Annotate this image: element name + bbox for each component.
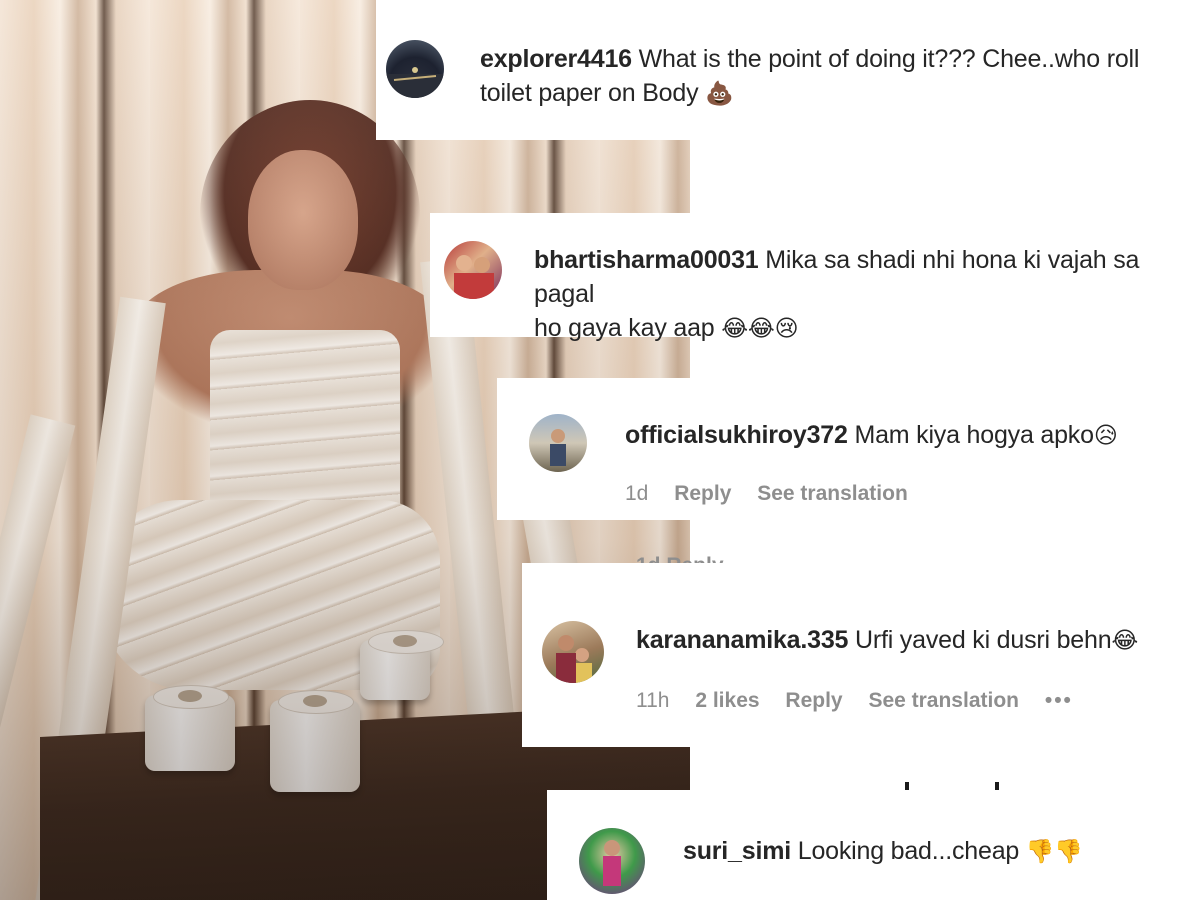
username[interactable]: bhartisharma00031	[534, 246, 759, 274]
comment-body: What is the point of doing it??? Chee..w…	[638, 45, 1140, 73]
username[interactable]: officialsukhiroy372	[625, 421, 848, 449]
comment-body-cont: toilet paper on Body	[480, 79, 699, 107]
comment-card: explorer4416 What is the point of doing …	[376, 0, 1200, 140]
avatar[interactable]	[386, 40, 444, 98]
comment-body: Looking bad...cheap	[797, 837, 1020, 865]
sad-face-icon: 😥	[1093, 423, 1118, 449]
avatar[interactable]	[444, 241, 502, 299]
more-options-icon[interactable]: •••	[1045, 689, 1073, 712]
comment-card: suri_simi Looking bad...cheap 👎👎	[547, 790, 1200, 900]
username[interactable]: karananamika.335	[636, 626, 848, 654]
comment-body: Mam kiya hogya apko	[854, 421, 1094, 449]
crying-laughing-icon: 😂	[1111, 628, 1139, 654]
person-photo-icon	[550, 429, 566, 466]
night-pier-icon	[386, 67, 444, 98]
comment-text: officialsukhiroy372 Mam kiya hogya apko😥	[625, 418, 1195, 453]
thumbs-down-icon: 👎👎	[1025, 839, 1083, 865]
comment-body-cont: ho gaya kay aap	[534, 314, 715, 342]
comment-text: explorer4416 What is the point of doing …	[480, 42, 1200, 111]
reply-button[interactable]: Reply	[674, 482, 731, 505]
see-translation-button[interactable]: See translation	[868, 689, 1019, 712]
avatar[interactable]	[579, 828, 645, 894]
comment-card: karananamika.335 Urfi yaved ki dusri beh…	[522, 563, 1200, 747]
comment-card: bhartisharma00031 Mika sa shadi nhi hona…	[430, 213, 1200, 342]
comment-body: Urfi yaved ki dusri behn	[854, 626, 1112, 654]
comment-meta: 11h 2 likes Reply See translation •••	[636, 689, 1093, 713]
timestamp: 1d	[625, 482, 649, 505]
comment-text: bhartisharma00031 Mika sa shadi nhi hona…	[534, 243, 1194, 346]
woman-child-photo-icon	[556, 635, 592, 683]
couple-photo-icon	[454, 255, 494, 299]
username[interactable]: suri_simi	[683, 837, 791, 865]
avatar[interactable]	[529, 414, 587, 472]
comment-text: karananamika.335 Urfi yaved ki dusri beh…	[636, 623, 1196, 658]
see-translation-button[interactable]: See translation	[757, 482, 908, 505]
timestamp: 11h	[636, 689, 670, 712]
comment-meta: 1d Reply See translation	[625, 482, 928, 506]
reply-button[interactable]: Reply	[785, 689, 842, 712]
comment-text: suri_simi Looking bad...cheap 👎👎	[683, 834, 1193, 869]
woman-stage-photo-icon	[603, 840, 621, 886]
avatar[interactable]	[542, 621, 604, 683]
laughing-crying-icon: 😂😂😢	[721, 316, 799, 342]
poop-icon: 💩	[705, 81, 734, 107]
comment-card: officialsukhiroy372 Mam kiya hogya apko😥…	[497, 378, 1200, 520]
username[interactable]: explorer4416	[480, 45, 632, 73]
likes-count-button[interactable]: 2 likes	[695, 689, 759, 712]
